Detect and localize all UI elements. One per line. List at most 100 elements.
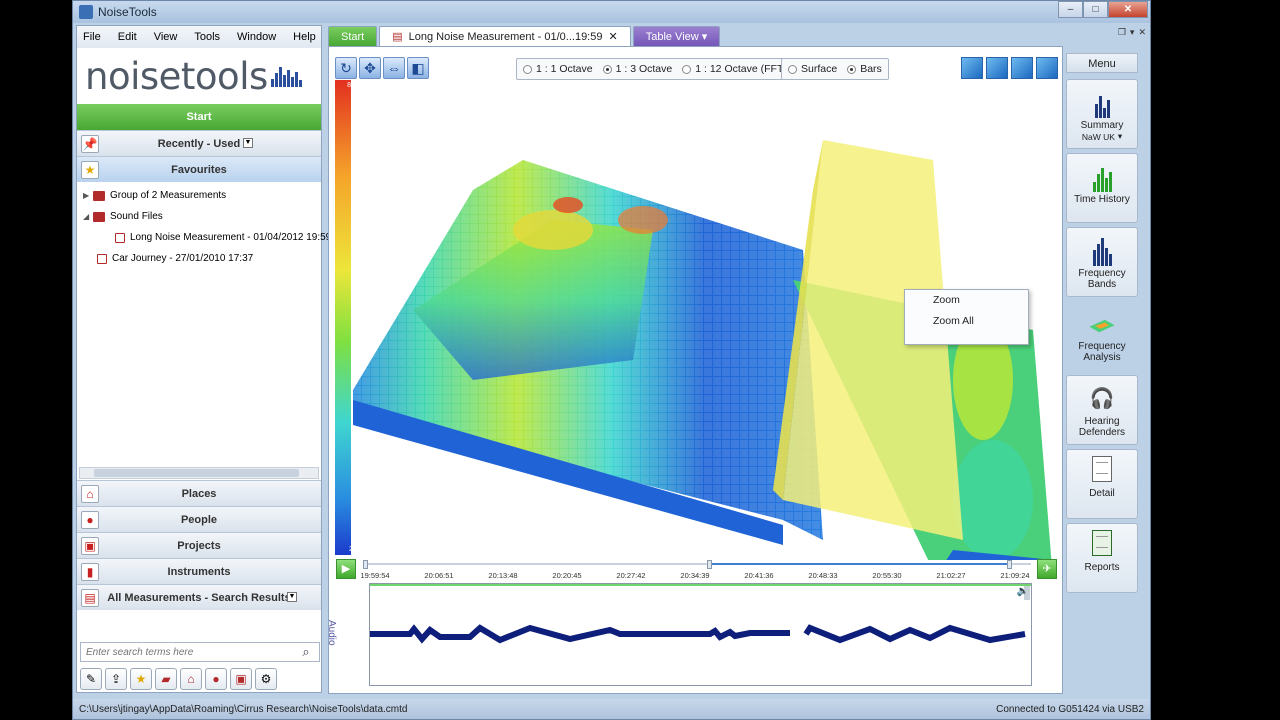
favourites-header[interactable]: ★ Favourites [77, 156, 321, 182]
scale-icon[interactable]: ⇔ [383, 57, 405, 79]
octave-1-1-radio[interactable]: 1 : 1 Octave [523, 63, 593, 75]
dropdown-icon[interactable]: ▼ [287, 592, 297, 602]
menu-tools[interactable]: Tools [194, 31, 220, 43]
all-measurements-header[interactable]: ▤ All Measurements - Search Results ▼ [77, 584, 321, 610]
folder-add-icon[interactable]: ▰ [155, 668, 177, 690]
view-preset-3-icon[interactable] [1011, 57, 1033, 79]
tab-long-noise[interactable]: ▤ Long Noise Measurement - 01/0...19:59 … [379, 26, 631, 47]
places-header[interactable]: ⌂ Places [77, 480, 321, 506]
close-button[interactable]: ✕ [1108, 1, 1148, 18]
context-menu-zoom[interactable]: Zoom [905, 290, 1028, 311]
export-button[interactable]: ✈ [1037, 559, 1057, 579]
surface-radio[interactable]: Surface [788, 63, 837, 75]
projects-header[interactable]: ▣ Projects [77, 532, 321, 558]
tab-close-icon[interactable]: ✕ [608, 27, 617, 47]
menu-file[interactable]: File [83, 31, 101, 43]
bars-radio[interactable]: Bars [847, 63, 882, 75]
speaker-icon[interactable]: 🔈 [1017, 586, 1029, 597]
people-header[interactable]: ● People [77, 506, 321, 532]
import-icon[interactable]: ⇪ [105, 668, 127, 690]
radio-circle [523, 64, 532, 74]
context-menu-zoom-all[interactable]: Zoom All [905, 311, 1028, 332]
menu-view[interactable]: View [154, 31, 178, 43]
detail-button[interactable]: Detail [1066, 449, 1138, 519]
time-tick: 21:02:27 [936, 571, 966, 580]
collapse-arrow-icon[interactable]: ◢ [83, 212, 93, 221]
tab-start[interactable]: Start [328, 26, 378, 46]
scrollbar-thumb[interactable] [94, 469, 299, 477]
menu-edit[interactable]: Edit [118, 31, 137, 43]
view-toolbar: ↻ ✥ ⇔ ◧ [335, 57, 429, 79]
maximize-button[interactable]: □ [1083, 1, 1108, 18]
tree-node-group[interactable]: ▶ Group of 2 Measurements [83, 190, 226, 201]
time-tick: 21:09:24 [1000, 571, 1030, 580]
radio-label: Surface [801, 63, 838, 75]
mdi-restore-icon[interactable]: ❐ [1118, 27, 1126, 38]
horizontal-scrollbar[interactable] [79, 467, 319, 479]
tree-node-long-noise[interactable]: Long Noise Measurement - 01/04/2012 19:5… [115, 232, 331, 243]
start-button[interactable]: Start [77, 104, 321, 130]
mdi-close-icon[interactable]: ✕ [1138, 27, 1146, 38]
view-preset-2-icon[interactable] [986, 57, 1008, 79]
view-3d-icon[interactable]: ◧ [407, 57, 429, 79]
summary-sub: NaW UK ▾ [1067, 131, 1137, 142]
menu-window[interactable]: Window [237, 31, 276, 43]
status-path: C:\Users\jtingay\AppData\Roaming\Cirrus … [79, 703, 408, 715]
radio-label: 1 : 3 Octave [615, 63, 673, 75]
tree-node-car-journey[interactable]: Car Journey - 27/01/2010 17:37 [97, 253, 253, 264]
view-preset-1-icon[interactable] [961, 57, 983, 79]
window-title: NoiseTools [98, 5, 157, 19]
minimize-button[interactable]: – [1058, 1, 1083, 18]
dropdown-icon[interactable]: ▼ [243, 138, 253, 148]
frequency-bands-button[interactable]: Frequency Bands [1066, 227, 1138, 297]
frequency-analysis-icon [1088, 307, 1116, 339]
time-tick: 20:06:51 [424, 571, 454, 580]
summary-icon [1088, 86, 1116, 118]
menu-button[interactable]: Menu [1066, 53, 1138, 73]
measurement-file-icon [97, 253, 107, 264]
reports-button[interactable]: Reports [1066, 523, 1138, 593]
main-panel: ↻ ✥ ⇔ ◧ 1 : 1 Octave 1 : 3 Octave 1 : 12… [326, 46, 1063, 694]
time-history-label: Time History [1074, 194, 1130, 205]
octave-1-3-radio[interactable]: 1 : 3 Octave [602, 63, 673, 75]
radio-circle [602, 64, 612, 74]
favourite-icon[interactable]: ★ [130, 668, 152, 690]
recently-used-header[interactable]: 📌 Recently - Used ▼ [77, 130, 321, 156]
play-button[interactable]: ▶ [336, 559, 356, 579]
search-icon[interactable]: ⌕ [295, 643, 317, 661]
people-label: People [180, 513, 218, 526]
octave-1-12-radio[interactable]: 1 : 12 Octave (FFT) [682, 63, 787, 75]
project-icon: ▣ [81, 537, 99, 555]
slider-left-arrow-icon[interactable] [363, 560, 368, 569]
pan-icon[interactable]: ✥ [359, 57, 381, 79]
time-history-button[interactable]: Time History [1066, 153, 1138, 223]
document-icon: ▤ [81, 589, 99, 607]
place-add-icon[interactable]: ⌂ [180, 668, 202, 690]
audio-label: Audio [326, 620, 337, 646]
menu-help[interactable]: Help [293, 31, 316, 43]
audio-waveform[interactable]: 🔈 [369, 583, 1032, 686]
slider-handle[interactable] [707, 560, 712, 569]
new-measurement-icon[interactable]: ✎ [80, 668, 102, 690]
frequency-analysis-button[interactable]: Frequency Analysis [1066, 301, 1138, 371]
tree-node-sound-files[interactable]: ◢ Sound Files [83, 211, 163, 222]
dropdown-icon[interactable]: ▾ [1118, 131, 1122, 142]
tab-table-view[interactable]: Table View ▾ [632, 26, 721, 46]
project-add-icon[interactable]: ▣ [230, 668, 252, 690]
time-slider[interactable]: 19:59:54 20:06:51 20:13:48 20:20:45 20:2… [360, 560, 1031, 580]
rotate-icon[interactable]: ↻ [335, 57, 357, 79]
time-tick: 20:34:39 [680, 571, 710, 580]
reports-label: Reports [1084, 562, 1120, 573]
person-add-icon[interactable]: ● [205, 668, 227, 690]
settings-icon[interactable]: ⚙ [255, 668, 277, 690]
logo-text: noisetools [85, 54, 268, 98]
hearing-defenders-button[interactable]: 🎧 Hearing Defenders [1066, 375, 1138, 445]
view-preset-4-icon[interactable] [1036, 57, 1058, 79]
slider-right-handle[interactable] [1007, 560, 1012, 569]
instruments-header[interactable]: ▮ Instruments [77, 558, 321, 584]
tab-dropdown-icon[interactable]: ▾ [702, 31, 708, 43]
summary-button[interactable]: Summary NaW UK ▾ [1066, 79, 1138, 149]
mdi-minimize-icon[interactable]: ▾ [1130, 27, 1135, 38]
expand-arrow-icon[interactable]: ▶ [83, 191, 93, 200]
search-input[interactable] [81, 646, 295, 658]
